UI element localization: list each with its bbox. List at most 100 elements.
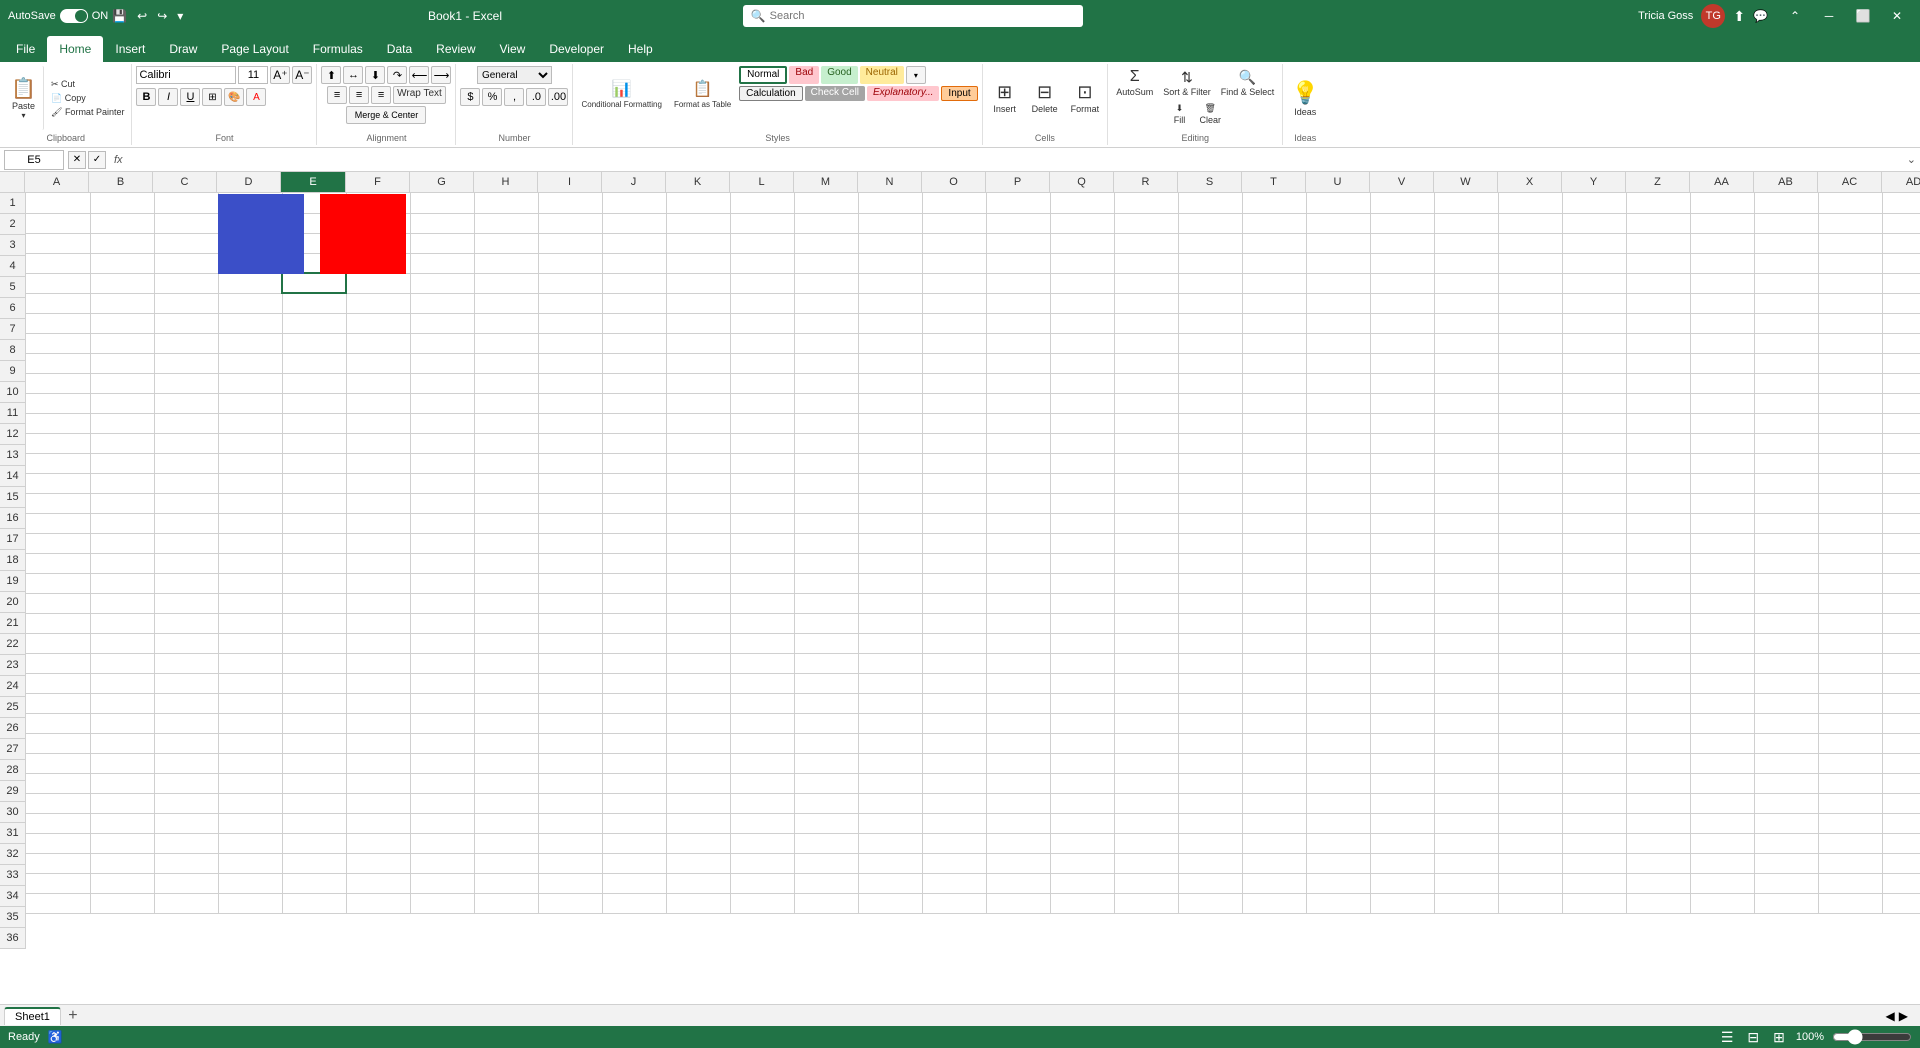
cell-F13[interactable] [346, 433, 410, 453]
cell-O30[interactable] [922, 773, 986, 793]
cell-G31[interactable] [410, 793, 474, 813]
cell-Q29[interactable] [1050, 753, 1114, 773]
cell-Z36[interactable] [1626, 893, 1690, 913]
cell-R22[interactable] [1114, 613, 1178, 633]
cell-P33[interactable] [986, 833, 1050, 853]
cell-E20[interactable] [282, 573, 346, 593]
cell-AA17[interactable] [1690, 513, 1754, 533]
cell-Y31[interactable] [1562, 793, 1626, 813]
cell-P6[interactable] [986, 293, 1050, 313]
cell-Y18[interactable] [1562, 533, 1626, 553]
cell-P10[interactable] [986, 373, 1050, 393]
cell-P30[interactable] [986, 773, 1050, 793]
cell-J7[interactable] [602, 313, 666, 333]
cell-F4[interactable] [346, 253, 410, 273]
cell-T24[interactable] [1242, 653, 1306, 673]
cell-H24[interactable] [474, 653, 538, 673]
cell-V31[interactable] [1370, 793, 1434, 813]
cell-N29[interactable] [858, 753, 922, 773]
row-header-3[interactable]: 3 [0, 235, 25, 256]
cell-Y3[interactable] [1562, 233, 1626, 253]
cell-I13[interactable] [538, 433, 602, 453]
cell-A2[interactable] [26, 213, 90, 233]
cell-O10[interactable] [922, 373, 986, 393]
cell-X4[interactable] [1498, 253, 1562, 273]
cell-T15[interactable] [1242, 473, 1306, 493]
cell-AC2[interactable] [1818, 213, 1882, 233]
cell-AA4[interactable] [1690, 253, 1754, 273]
ideas-button[interactable]: 💡 Ideas [1287, 70, 1323, 126]
cell-R30[interactable] [1114, 773, 1178, 793]
cell-K33[interactable] [666, 833, 730, 853]
cell-R35[interactable] [1114, 873, 1178, 893]
cell-Z10[interactable] [1626, 373, 1690, 393]
row-header-33[interactable]: 33 [0, 865, 25, 886]
cell-W19[interactable] [1434, 553, 1498, 573]
cell-C31[interactable] [154, 793, 218, 813]
cell-B27[interactable] [90, 713, 154, 733]
cell-B30[interactable] [90, 773, 154, 793]
cell-AD25[interactable] [1882, 673, 1920, 693]
row-header-21[interactable]: 21 [0, 613, 25, 634]
percent-button[interactable]: % [482, 88, 502, 106]
row-header-7[interactable]: 7 [0, 319, 25, 340]
cell-C18[interactable] [154, 533, 218, 553]
cell-A17[interactable] [26, 513, 90, 533]
cell-J3[interactable] [602, 233, 666, 253]
cell-W7[interactable] [1434, 313, 1498, 333]
cell-C23[interactable] [154, 633, 218, 653]
cell-K21[interactable] [666, 593, 730, 613]
cell-T25[interactable] [1242, 673, 1306, 693]
cell-T28[interactable] [1242, 733, 1306, 753]
cell-AA35[interactable] [1690, 873, 1754, 893]
cell-F11[interactable] [346, 393, 410, 413]
cell-A1[interactable] [26, 193, 90, 213]
cell-H30[interactable] [474, 773, 538, 793]
cell-A23[interactable] [26, 633, 90, 653]
cell-M35[interactable] [794, 873, 858, 893]
cell-Q17[interactable] [1050, 513, 1114, 533]
cell-S6[interactable] [1178, 293, 1242, 313]
cell-AD13[interactable] [1882, 433, 1920, 453]
cell-O33[interactable] [922, 833, 986, 853]
cell-E22[interactable] [282, 613, 346, 633]
cell-Y17[interactable] [1562, 513, 1626, 533]
cell-L21[interactable] [730, 593, 794, 613]
cell-O35[interactable] [922, 873, 986, 893]
col-header-Y[interactable]: Y [1562, 172, 1626, 192]
normal-style-button[interactable]: Normal [739, 66, 787, 84]
cell-M30[interactable] [794, 773, 858, 793]
border-button[interactable]: ⊞ [202, 88, 222, 106]
cell-V28[interactable] [1370, 733, 1434, 753]
cell-Q16[interactable] [1050, 493, 1114, 513]
cell-G22[interactable] [410, 613, 474, 633]
cell-A32[interactable] [26, 813, 90, 833]
cell-AA23[interactable] [1690, 633, 1754, 653]
cell-O36[interactable] [922, 893, 986, 913]
cell-AC16[interactable] [1818, 493, 1882, 513]
indent-increase-button[interactable]: ⟶ [431, 66, 451, 84]
cell-AB7[interactable] [1754, 313, 1818, 333]
cell-Y1[interactable] [1562, 193, 1626, 213]
cell-C9[interactable] [154, 353, 218, 373]
cell-D8[interactable] [218, 333, 282, 353]
cell-Y14[interactable] [1562, 453, 1626, 473]
cell-B31[interactable] [90, 793, 154, 813]
cell-H4[interactable] [474, 253, 538, 273]
cell-M27[interactable] [794, 713, 858, 733]
cell-X16[interactable] [1498, 493, 1562, 513]
cell-V26[interactable] [1370, 693, 1434, 713]
cell-I1[interactable] [538, 193, 602, 213]
cell-AD32[interactable] [1882, 813, 1920, 833]
cell-K25[interactable] [666, 673, 730, 693]
cell-K26[interactable] [666, 693, 730, 713]
cell-E33[interactable] [282, 833, 346, 853]
cell-Q32[interactable] [1050, 813, 1114, 833]
cell-W30[interactable] [1434, 773, 1498, 793]
cell-D25[interactable] [218, 673, 282, 693]
cell-AA20[interactable] [1690, 573, 1754, 593]
cell-M6[interactable] [794, 293, 858, 313]
cell-AC21[interactable] [1818, 593, 1882, 613]
cell-AA15[interactable] [1690, 473, 1754, 493]
cell-J4[interactable] [602, 253, 666, 273]
